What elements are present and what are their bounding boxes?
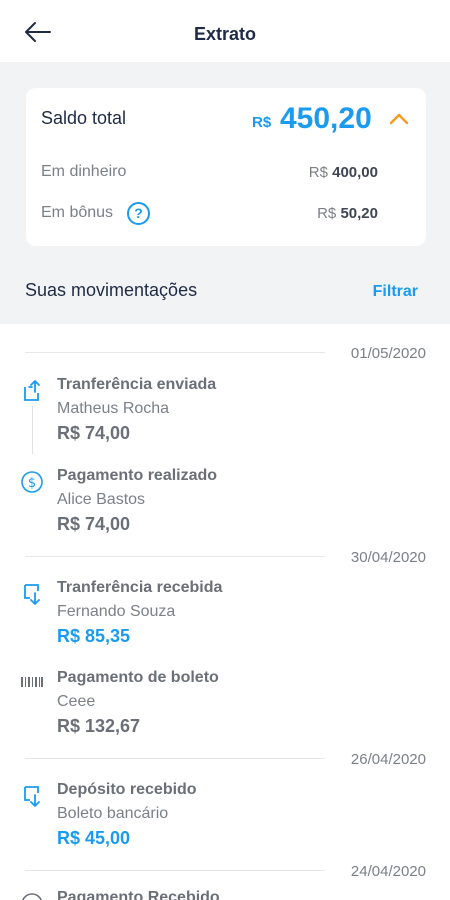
cash-balance-label: Em dinheiro — [41, 163, 127, 180]
item-title: Tranferência enviada — [57, 376, 217, 393]
item-subtitle: Ceee — [57, 693, 96, 710]
date-divider — [25, 352, 325, 353]
date-divider — [25, 556, 325, 557]
bonus-balance-value: R$ 50,20 — [317, 205, 378, 222]
transfer-out-icon — [24, 380, 40, 401]
item-title: Tranferência recebida — [57, 579, 223, 596]
item-amount: R$ 74,00 — [57, 514, 131, 534]
date-label: 24/04/2020 — [350, 863, 426, 880]
svg-text:$: $ — [28, 476, 36, 491]
dollar-circle-icon: $ — [21, 471, 43, 493]
item-subtitle: Boleto bancário — [57, 805, 169, 822]
balance-card: Saldo total R$ 450,20 Em dinheiro R$ 400… — [26, 88, 426, 246]
cash-value: 400,00 — [332, 164, 378, 181]
movements-title: Suas movimentações — [25, 280, 198, 300]
deposit-in-icon — [24, 786, 40, 807]
date-divider — [25, 758, 325, 759]
dollar-circle-icon — [21, 893, 43, 900]
item-title: Pagamento realizado — [57, 467, 218, 484]
item-title: Depósito recebido — [57, 781, 197, 798]
top-bar: Extrato — [0, 0, 450, 62]
date-label: 26/04/2020 — [350, 751, 426, 768]
cash-currency: R$ — [308, 164, 328, 181]
help-icon[interactable]: ? — [127, 202, 150, 225]
item-amount: R$ 74,00 — [57, 423, 131, 443]
list-item[interactable]: Pagamento Recebido — [0, 881, 450, 900]
total-balance-value: 450,20 — [280, 102, 372, 135]
item-subtitle: Matheus Rocha — [57, 400, 170, 417]
bonus-value: 50,20 — [340, 205, 378, 222]
list-item[interactable]: Depósito recebido Boleto bancário R$ 45,… — [0, 773, 450, 857]
chevron-up-icon[interactable] — [388, 110, 410, 128]
cash-balance-value: R$ 400,00 — [309, 164, 378, 181]
page-title: Extrato — [193, 24, 256, 44]
date-label: 30/04/2020 — [350, 549, 426, 566]
bonus-currency: R$ — [317, 205, 337, 222]
list-item[interactable]: Tranferência enviada Matheus Rocha R$ 74… — [0, 368, 450, 452]
total-balance-label: Saldo total — [41, 108, 127, 128]
item-title: Pagamento de boleto — [57, 669, 219, 686]
date-label: 01/05/2020 — [350, 345, 426, 362]
total-balance-currency: R$ — [252, 114, 272, 131]
list-item[interactable]: Tranferência recebida Fernando Souza R$ … — [0, 571, 450, 655]
transfer-in-icon — [24, 584, 40, 605]
item-amount: R$ 45,00 — [57, 828, 131, 848]
filter-button[interactable]: Filtrar — [373, 283, 418, 301]
list-item[interactable]: Pagamento de boleto Ceee R$ 132,67 — [0, 661, 450, 745]
list-item[interactable]: $ Pagamento realizado Alice Bastos R$ 74… — [0, 459, 450, 543]
item-subtitle: Alice Bastos — [57, 491, 146, 508]
date-divider — [25, 870, 325, 871]
bonus-balance-label: Em bônus — [41, 204, 114, 221]
barcode-icon — [21, 677, 43, 687]
item-amount: R$ 132,67 — [57, 716, 141, 736]
item-amount: R$ 85,35 — [57, 626, 131, 646]
item-subtitle: Fernando Souza — [57, 603, 176, 620]
item-title: Pagamento Recebido — [57, 889, 220, 900]
